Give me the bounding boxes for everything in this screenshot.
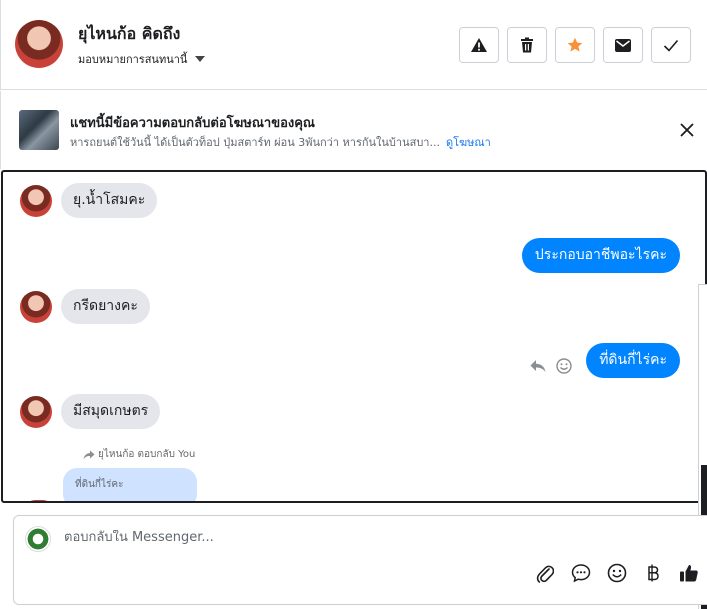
reply-arrow-icon bbox=[83, 450, 95, 459]
star-button[interactable] bbox=[555, 27, 595, 63]
reply-note-text: ยุไหนก้อ ตอบกลับ You bbox=[98, 449, 196, 460]
attach-button[interactable] bbox=[534, 562, 556, 584]
ad-reply-banner: แชทนี้มีข้อความตอบกลับต่อโฆษณาของคุณ หาร… bbox=[0, 91, 707, 169]
caret-down-icon bbox=[195, 56, 206, 62]
emoji-icon bbox=[607, 563, 627, 583]
close-icon[interactable] bbox=[677, 120, 697, 140]
message-bubble[interactable]: ยุ.น้ำโสมคะ bbox=[61, 183, 158, 218]
message-thread[interactable]: ยุ.น้ำโสมคะ ประกอบอาชีพอะไรคะ กรีดยางคะ … bbox=[1, 170, 707, 503]
reply-icon[interactable] bbox=[530, 359, 546, 373]
contact-avatar-small bbox=[20, 184, 52, 217]
ad-thumbnail[interactable] bbox=[19, 110, 59, 150]
contact-avatar-small bbox=[20, 290, 52, 323]
message-incoming: กรีดยางคะ bbox=[20, 289, 150, 324]
star-icon bbox=[567, 37, 583, 52]
assign-conversation-dropdown[interactable]: มอบหมายการสนทนานี้ bbox=[78, 50, 206, 68]
saved-replies-button[interactable] bbox=[570, 562, 592, 584]
trash-icon bbox=[521, 37, 533, 53]
conversation-actions bbox=[459, 27, 691, 63]
contact-avatar-partial bbox=[25, 500, 53, 501]
ad-text: หารถยนต์ใช้วันนี้ ได้เป็นตัวท็อป ปุ่มสตา… bbox=[70, 136, 440, 149]
emoji-button[interactable] bbox=[606, 562, 628, 584]
mark-spam-button[interactable] bbox=[459, 27, 499, 63]
warning-icon bbox=[471, 38, 487, 52]
like-button[interactable] bbox=[678, 562, 700, 584]
page-avatar bbox=[25, 526, 51, 552]
envelope-icon bbox=[615, 38, 631, 52]
mark-unread-button[interactable] bbox=[603, 27, 643, 63]
ad-banner-subtitle: หารถยนต์ใช้วันนี้ ได้เป็นตัวท็อป ปุ่มสตา… bbox=[70, 133, 491, 151]
reply-input[interactable] bbox=[64, 530, 624, 545]
contact-name[interactable]: ยุไหนก้อ คิดถึง bbox=[78, 22, 180, 47]
message-actions bbox=[530, 358, 572, 374]
payment-button[interactable] bbox=[642, 562, 664, 584]
check-icon bbox=[663, 39, 679, 52]
assign-label: มอบหมายการสนทนานี้ bbox=[78, 53, 188, 66]
chat-bubble-icon bbox=[571, 564, 591, 583]
mark-done-button[interactable] bbox=[651, 27, 691, 63]
conversation-header: ยุไหนก้อ คิดถึง มอบหมายการสนทนานี้ bbox=[0, 0, 707, 90]
message-incoming: ยุ.น้ำโสมคะ bbox=[20, 183, 158, 218]
quoted-message[interactable]: ที่ดินกี่ไร่คะ bbox=[63, 468, 197, 501]
message-bubble[interactable]: กรีดยางคะ bbox=[61, 289, 150, 324]
thumbs-up-icon bbox=[680, 565, 698, 582]
contact-avatar[interactable] bbox=[15, 20, 63, 68]
message-bubble[interactable]: มีสมุดเกษตร bbox=[61, 394, 161, 429]
baht-icon bbox=[648, 564, 659, 582]
delete-button[interactable] bbox=[507, 27, 547, 63]
ad-banner-title: แชทนี้มีข้อความตอบกลับต่อโฆษณาของคุณ bbox=[70, 116, 315, 131]
paperclip-icon bbox=[536, 565, 554, 583]
contact-avatar-small bbox=[20, 395, 52, 428]
message-incoming: มีสมุดเกษตร bbox=[20, 394, 161, 429]
emoji-react-icon[interactable] bbox=[556, 358, 572, 374]
reply-note: ยุไหนก้อ ตอบกลับ You bbox=[83, 447, 195, 462]
message-outgoing[interactable]: ประกอบอาชีพอะไรคะ bbox=[521, 238, 680, 273]
message-outgoing[interactable]: ที่ดินกี่ไร่คะ bbox=[586, 343, 680, 378]
message-composer bbox=[13, 515, 707, 605]
view-ad-link[interactable]: ดูโฆษณา bbox=[446, 136, 491, 149]
composer-tools bbox=[534, 562, 700, 584]
